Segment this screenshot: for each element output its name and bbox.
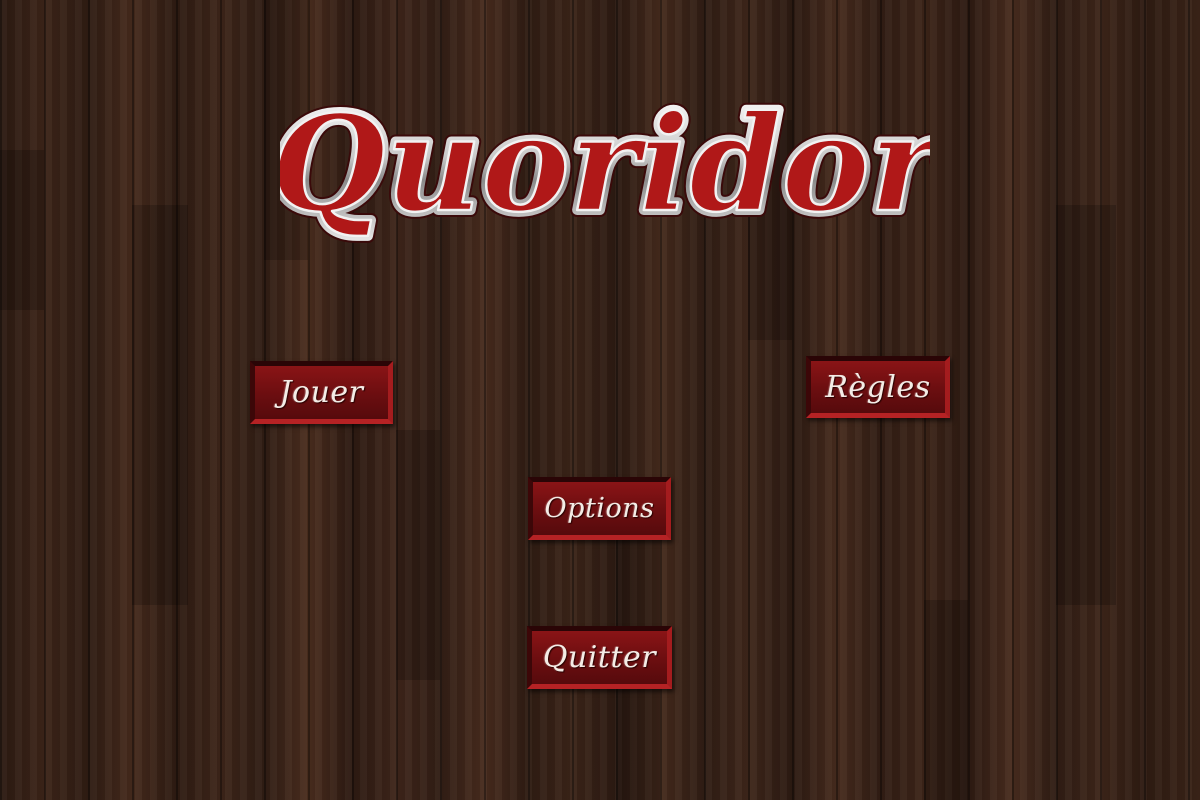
rules-button-label: Règles (825, 369, 931, 405)
wood-plank-shade (1056, 205, 1116, 605)
game-title: Quoridor (280, 87, 930, 242)
wood-plank-shade (396, 430, 440, 680)
rules-button[interactable]: Règles (806, 356, 950, 418)
options-button-label: Options (544, 493, 655, 524)
options-button[interactable]: Options (528, 477, 671, 540)
play-button[interactable]: Jouer (250, 361, 393, 424)
quit-button-label: Quitter (542, 640, 657, 675)
menu-screen: Quoridor Quoridor Quoridor Jouer Règles … (0, 0, 1200, 800)
play-button-label: Jouer (279, 375, 364, 410)
wood-plank-shade (0, 150, 44, 310)
game-title-logo: Quoridor Quoridor Quoridor (280, 80, 930, 249)
wood-plank-shade (924, 600, 968, 800)
wood-plank-shade (132, 205, 188, 605)
quit-button[interactable]: Quitter (527, 626, 672, 689)
